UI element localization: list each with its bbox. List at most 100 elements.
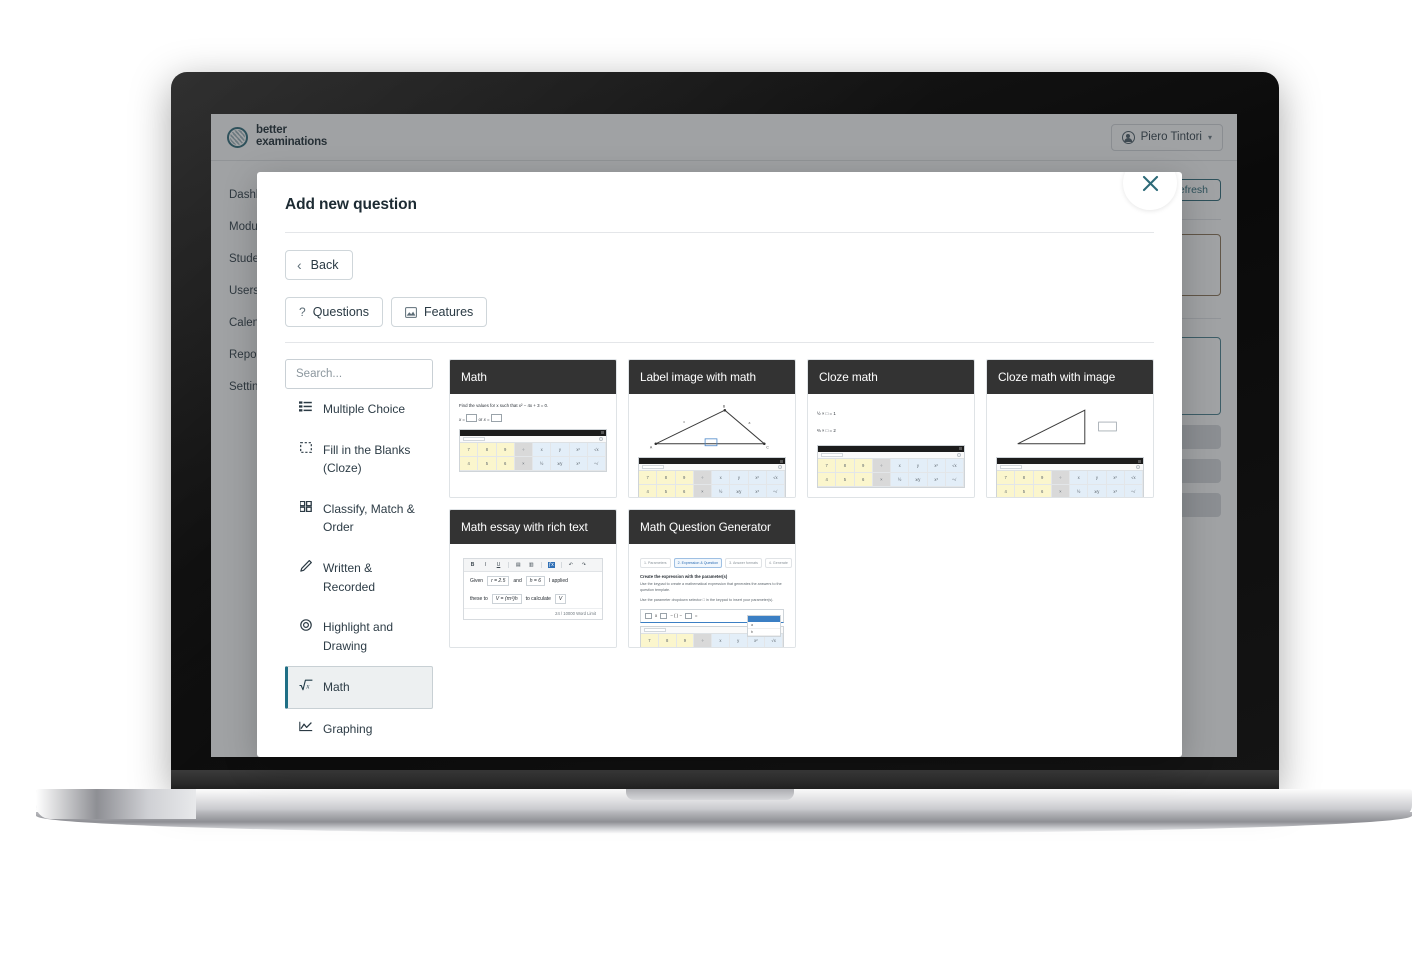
key[interactable]: x³ [1106,485,1125,497]
back-button[interactable]: ‹ Back [285,250,354,280]
key[interactable]: 6 [854,472,873,487]
key[interactable]: 9 [854,458,873,473]
key[interactable]: x² [927,458,946,473]
param-slot[interactable] [645,612,652,619]
key[interactable]: ÷ [1051,471,1070,485]
key[interactable]: 7 [460,442,479,457]
formula-chip[interactable]: h = 6 [525,576,545,586]
key[interactable]: 6 [1033,485,1052,497]
card-label-image-with-math[interactable]: Label image with math B A C c a 7 8 9 ÷ … [628,359,796,498]
sidebar-item-classify-match-order[interactable]: Classify, Match & Order [285,489,433,548]
math-keypad[interactable]: 7 8 9 ÷ x y x² √x 4 5 6 [459,428,607,472]
align-center-icon[interactable]: ▥ [528,562,535,568]
key[interactable]: 9 [676,633,695,647]
wizard-step[interactable]: 1. Parameters [640,558,671,568]
key[interactable]: y [909,458,928,473]
wizard-step-active[interactable]: 2. Expression & Question [673,558,723,568]
key[interactable]: 5 [657,485,676,497]
key[interactable]: ½ [891,472,910,487]
key[interactable]: x [712,471,731,485]
key[interactable]: √x [945,458,964,473]
key[interactable]: y [551,442,570,457]
key[interactable]: ÷ [872,458,891,473]
key[interactable]: 9 [675,471,694,485]
key[interactable]: x⁄y [551,456,570,471]
wizard-step[interactable]: 4. Generate [764,558,792,568]
formula-chip[interactable]: V = (πr²)h [491,594,522,604]
key[interactable]: x [1070,471,1089,485]
tab-questions[interactable]: ? Questions [285,297,383,327]
key[interactable]: × [1051,485,1070,497]
keypad-dropdown[interactable] [1000,464,1022,470]
key[interactable]: 5 [836,472,855,487]
key[interactable]: y [729,633,748,647]
key[interactable]: x² [1106,471,1125,485]
keypad-dropdown[interactable] [821,452,843,458]
bold-icon[interactable]: B [469,562,476,568]
formula-chip[interactable]: V [554,594,567,604]
sidebar-item-graphing[interactable]: Graphing [285,709,433,750]
rich-text-editor[interactable]: B I U ▤ ▥ ƒx ↶ ↷ Given r = 2.5 and h = 6… [463,558,603,620]
dropdown-item[interactable]: a [748,622,780,629]
key[interactable]: 8 [478,442,497,457]
key[interactable]: x [891,458,910,473]
keypad-settings-icon[interactable] [1136,465,1140,469]
key[interactable]: ½ [1070,485,1089,497]
key[interactable]: ⁿ√ [587,456,606,471]
key[interactable]: x⁄y [730,485,749,497]
key[interactable]: ÷ [694,633,712,647]
sidebar-item-multiple-choice[interactable]: Multiple Choice [285,389,433,430]
key[interactable]: x² [748,471,767,485]
key[interactable]: x³ [927,472,946,487]
key[interactable]: 9 [496,442,515,457]
key[interactable]: 7 [641,633,659,647]
card-math-essay-with-rich-text[interactable]: Math essay with rich text B I U ▤ ▥ ƒx ↶… [449,509,617,648]
sidebar-item-written-recorded[interactable]: Written & Recorded [285,548,433,607]
keypad-settings-icon[interactable] [778,465,782,469]
key[interactable]: x⁄y [1088,485,1107,497]
key[interactable]: 4 [997,485,1016,497]
key[interactable]: 8 [657,471,676,485]
key[interactable]: 5 [478,456,497,471]
key[interactable]: × [872,472,891,487]
key[interactable]: 4 [639,485,658,497]
key[interactable]: x³ [748,485,767,497]
keypad-dropdown[interactable] [642,464,664,470]
key[interactable]: 6 [496,456,515,471]
param-slot[interactable] [660,612,668,619]
math-keypad[interactable]: 7 8 9 ÷ x y x² √x 4 5 6 [817,444,965,488]
key[interactable]: 7 [818,458,837,473]
card-cloze-math-with-image[interactable]: Cloze math with image 7 8 9 ÷ x y x² √x … [986,359,1154,498]
key[interactable]: y [730,471,749,485]
align-left-icon[interactable]: ▤ [515,562,522,568]
parameter-dropdown[interactable]: a b [747,615,781,637]
search-box[interactable] [285,359,433,389]
sidebar-item-math[interactable]: x Math [285,666,433,709]
sidebar-item-fill-in-the-blanks[interactable]: Fill in the Blanks (Cloze) [285,430,433,489]
key[interactable]: x² [569,442,588,457]
key[interactable]: ⁿ√ [766,485,785,497]
keypad-settings-icon[interactable] [957,452,961,457]
sidebar-item-charts[interactable]: Charts [285,750,433,757]
key[interactable]: ½ [533,456,552,471]
key[interactable]: ⁿ√ [1124,485,1143,497]
key[interactable]: √x [587,442,606,457]
key[interactable]: 8 [658,633,677,647]
sidebar-item-highlight-drawing[interactable]: Highlight and Drawing [285,607,433,666]
key[interactable]: x [712,633,730,647]
keypad-settings-icon[interactable] [599,436,603,441]
key[interactable]: ½ [712,485,731,497]
key[interactable]: y [1088,471,1107,485]
key[interactable]: × [514,456,533,471]
key[interactable]: ⁿ√ [945,472,964,487]
search-input[interactable] [296,368,422,380]
card-math[interactable]: Math Find the values for x such that x² … [449,359,617,498]
undo-icon[interactable]: ↶ [567,562,574,568]
param-slot[interactable] [684,612,692,619]
key[interactable]: x⁄y [909,472,928,487]
formula-icon[interactable]: ƒx [547,562,555,568]
keypad-dropdown[interactable] [644,627,666,633]
key[interactable]: 9 [1033,471,1052,485]
key[interactable]: 5 [1015,485,1034,497]
card-math-question-generator[interactable]: Math Question Generator 1. Parameters 2.… [628,509,796,648]
